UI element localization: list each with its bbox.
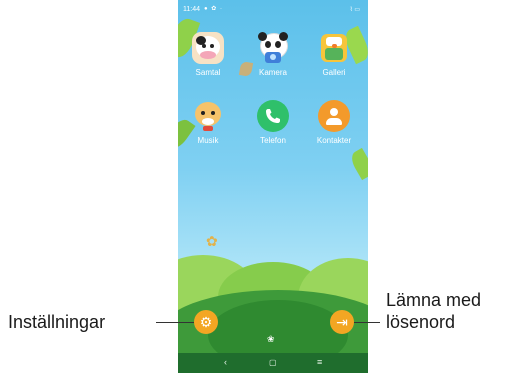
gear-icon: ⚙ (199, 314, 213, 330)
phone-screen: ✿ 11:44 ● ✿ · ⌇ ▭ Samtal Kamera Galleri … (178, 0, 368, 373)
status-bar: 11:44 ● ✿ · ⌇ ▭ (178, 0, 368, 20)
phone-icon (257, 100, 289, 132)
app-label: Musik (197, 136, 219, 145)
status-time: 11:44 (183, 6, 200, 13)
cat-music-icon (192, 100, 224, 132)
flower-decoration-icon: ✿ (206, 233, 218, 249)
navigation-bar: ‹ ▢ ≡ (178, 353, 368, 373)
status-indicators: ● ✿ · (204, 6, 223, 12)
home-button[interactable]: ▢ (269, 358, 277, 367)
callout-exit-line2: lösenord (386, 312, 456, 332)
app-label: Galleri (322, 68, 346, 77)
exit-icon: ⇥ (336, 314, 348, 330)
callout-line-settings (156, 322, 194, 323)
app-galleri[interactable]: Galleri (304, 32, 364, 77)
callout-settings-label: Inställningar (8, 312, 106, 332)
app-label: Kamera (258, 68, 287, 77)
contacts-icon (318, 100, 350, 132)
paw-glyph: ❀ (267, 334, 275, 344)
recents-button[interactable]: ≡ (317, 357, 322, 367)
app-label: Samtal (195, 68, 221, 77)
back-button[interactable]: ‹ (224, 357, 227, 367)
settings-button[interactable]: ⚙ (194, 310, 218, 334)
app-musik[interactable]: Musik (178, 100, 238, 145)
callout-exit-line1: Lämna med (386, 290, 482, 310)
cow-icon (192, 32, 224, 64)
app-kontakter[interactable]: Kontakter (304, 100, 364, 145)
paw-icon: ❀ (267, 334, 275, 345)
app-samtal[interactable]: Samtal (178, 32, 238, 77)
app-telefon[interactable]: Telefon (243, 100, 303, 145)
leaf-decoration-icon (348, 147, 368, 181)
callout-line-exit (354, 322, 380, 323)
exit-with-password-button[interactable]: ⇥ (330, 310, 354, 334)
panda-camera-icon (257, 32, 289, 64)
callout-exit-label: Lämna med lösenord (386, 289, 481, 333)
app-kamera[interactable]: Kamera (243, 32, 303, 77)
app-label: Telefon (260, 136, 286, 145)
app-label: Kontakter (316, 136, 352, 145)
status-battery-signal: ⌇ ▭ (349, 7, 360, 13)
chick-gallery-icon (318, 32, 350, 64)
